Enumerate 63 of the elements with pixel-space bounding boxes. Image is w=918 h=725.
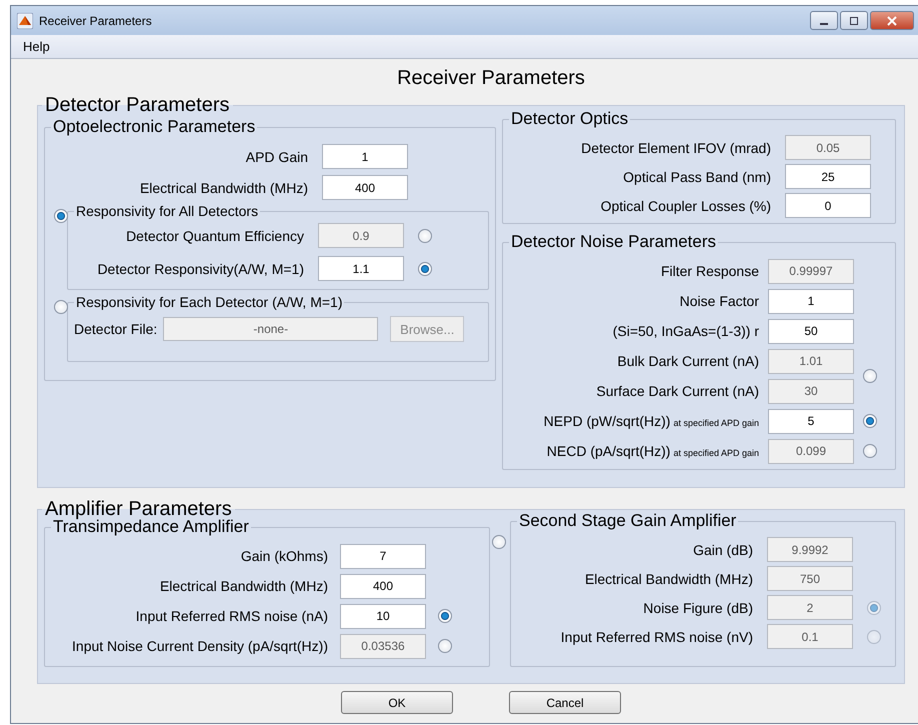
field-label: (Si=50, InGaAs=(1-3)) r [612, 323, 759, 339]
radio-button[interactable] [54, 300, 68, 314]
radio-button[interactable] [438, 609, 452, 623]
group-title: Detector Optics [510, 109, 630, 129]
dialog-heading: Receiver Parameters [396, 66, 586, 91]
field-label: Noise Factor [680, 293, 759, 309]
radio-button[interactable] [54, 209, 68, 223]
cancel-button[interactable]: Cancel [509, 691, 621, 714]
close-icon [887, 16, 897, 26]
group-title: Detector Noise Parameters [510, 232, 718, 252]
field-note: at specified APD gain [673, 448, 759, 458]
field-label: Optical Pass Band (nm) [622, 168, 771, 184]
group-title: Second Stage Gain Amplifier [518, 511, 738, 531]
field-label: Detector Quantum Efficiency [125, 228, 304, 244]
field-label: Surface Dark Current (nA) [596, 383, 759, 399]
field-label: Gain (dB) [692, 542, 753, 558]
radio-button[interactable] [863, 414, 877, 428]
ok-button[interactable]: OK [341, 691, 453, 714]
input-field[interactable]: 1 [768, 288, 854, 314]
group-title: Responsivity for Each Detector (A/W, M=1) [75, 294, 344, 310]
field-label: Electrical Bandwidth (MHz) [158, 578, 328, 594]
input-field[interactable]: 1 [322, 144, 408, 169]
field-label: NECD (pA/sqrt(Hz)) [546, 443, 670, 459]
minimize-button[interactable] [810, 11, 838, 30]
field-label: APD Gain [244, 148, 308, 164]
input-field[interactable]: 10 [340, 604, 426, 628]
field-label: Noise Figure (dB) [642, 600, 753, 616]
field-label: Detector Responsivity(A/W, M=1) [96, 260, 304, 276]
input-field[interactable]: 25 [785, 164, 871, 189]
field-label: Gain (kOhms) [240, 548, 328, 564]
menu-item[interactable]: Help [23, 39, 50, 54]
group-title: Optoelectronic Parameters [52, 117, 256, 137]
file-field[interactable]: -none- [163, 317, 378, 341]
field-label: Input Referred RMS noise (nA) [134, 608, 328, 624]
panel-title: Amplifier Parameters [44, 498, 232, 520]
field-label: Input Referred RMS noise (nV) [560, 628, 753, 644]
triangle-logo-icon [17, 12, 33, 28]
minimize-icon [820, 22, 828, 24]
field-label: Electrical Bandwidth (MHz) [138, 180, 308, 196]
field-label: Input Noise Current Density (pA/sqrt(Hz)) [71, 638, 328, 654]
input-field[interactable]: 7 [340, 544, 426, 568]
radio-button[interactable] [418, 262, 432, 276]
maximize-button[interactable] [840, 11, 868, 30]
field-label: Bulk Dark Current (nA) [617, 353, 759, 369]
panel-title: Detector Parameters [44, 94, 231, 117]
maximize-icon [849, 16, 859, 26]
field-note: at specified APD gain [673, 418, 759, 428]
field-label: NEPD (pW/sqrt(Hz)) [544, 413, 670, 429]
close-button[interactable] [870, 11, 914, 30]
field-label: Detector Element IFOV (mrad) [580, 140, 771, 156]
input-field[interactable]: 1.1 [318, 256, 404, 281]
field-label: Detector File: [74, 321, 158, 337]
field-label: Filter Response [660, 263, 759, 279]
input-field[interactable]: 0 [785, 193, 871, 218]
window-title: Receiver Parameters [39, 14, 152, 28]
input-field[interactable]: 400 [322, 175, 408, 200]
field-label: Electrical Bandwidth (MHz) [584, 570, 753, 586]
radio-button[interactable] [492, 535, 506, 549]
field-label: Optical Coupler Losses (%) [600, 198, 771, 214]
input-field[interactable]: 50 [768, 318, 854, 344]
input-field[interactable]: 5 [768, 408, 854, 434]
group-title: Responsivity for All Detectors [75, 203, 260, 219]
input-field[interactable]: 400 [340, 574, 426, 598]
